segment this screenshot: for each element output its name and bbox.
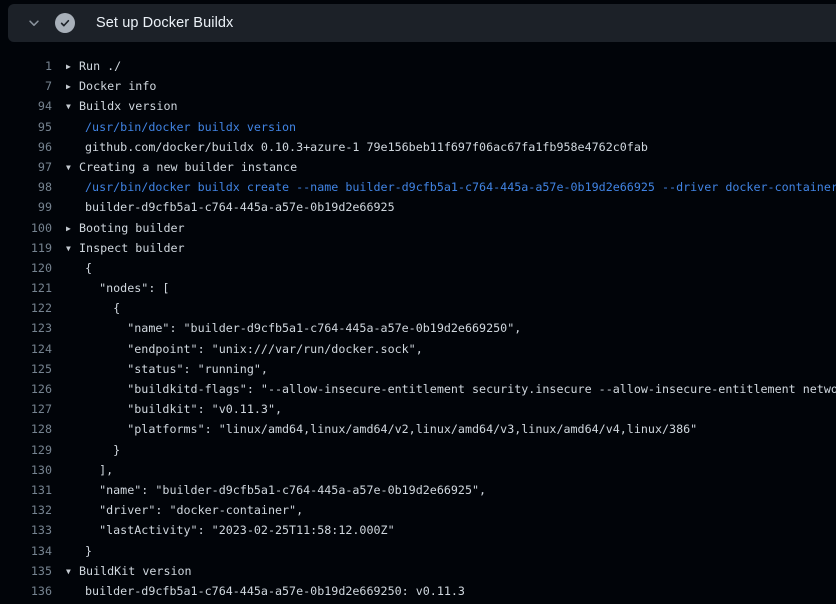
group-title[interactable]: ▼Inspect builder [66, 238, 185, 258]
output-text: "driver": "docker-container", [66, 500, 303, 520]
log-area: 1▶Run ./7▶Docker info94▼Buildx version95… [0, 42, 836, 604]
log-line: 120 { [0, 258, 836, 278]
line-number[interactable]: 130 [0, 460, 52, 480]
triangle-collapsed-icon: ▶ [66, 77, 79, 97]
triangle-expanded-icon: ▼ [66, 158, 79, 178]
line-number[interactable]: 135 [0, 561, 52, 581]
line-number[interactable]: 136 [0, 581, 52, 601]
line-number[interactable]: 96 [0, 137, 52, 157]
log-group-row[interactable]: 94 ▼Buildx version [0, 96, 836, 116]
line-number[interactable]: 133 [0, 520, 52, 540]
output-text: "name": "builder-d9cfb5a1-c764-445a-a57e… [66, 480, 486, 500]
output-text: github.com/docker/buildx 0.10.3+azure-1 … [66, 137, 648, 157]
log-line: 132 "driver": "docker-container", [0, 500, 836, 520]
check-circle-icon [55, 13, 75, 33]
line-number[interactable]: 94 [0, 96, 52, 116]
group-title[interactable]: ▼Buildx version [66, 96, 178, 116]
log-line: 98/usr/bin/docker buildx create --name b… [0, 177, 836, 197]
group-title[interactable]: ▼Creating a new builder instance [66, 157, 297, 177]
log-lines: 1▶Run ./7▶Docker info94▼Buildx version95… [0, 56, 836, 601]
log-line: 123 "name": "builder-d9cfb5a1-c764-445a-… [0, 318, 836, 338]
output-text: builder-d9cfb5a1-c764-445a-a57e-0b19d2e6… [66, 197, 395, 217]
line-number[interactable]: 127 [0, 399, 52, 419]
triangle-collapsed-icon: ▶ [66, 219, 79, 239]
line-number[interactable]: 99 [0, 197, 52, 217]
step-title: Set up Docker Buildx [96, 15, 233, 31]
step-header[interactable]: Set up Docker Buildx [8, 4, 836, 42]
line-number[interactable]: 134 [0, 541, 52, 561]
group-title[interactable]: ▶Run ./ [66, 56, 121, 76]
log-line: 130 ], [0, 460, 836, 480]
line-number[interactable]: 100 [0, 218, 52, 238]
group-title[interactable]: ▶Booting builder [66, 218, 185, 238]
log-line: 131 "name": "builder-d9cfb5a1-c764-445a-… [0, 480, 836, 500]
output-text: builder-d9cfb5a1-c764-445a-a57e-0b19d2e6… [66, 581, 465, 601]
log-line: 128 "platforms": "linux/amd64,linux/amd6… [0, 419, 836, 439]
line-number[interactable]: 120 [0, 258, 52, 278]
output-text: "buildkitd-flags": "--allow-insecure-ent… [66, 379, 836, 399]
log-line: 96 github.com/docker/buildx 0.10.3+azure-… [0, 137, 836, 157]
log-line: 129 } [0, 440, 836, 460]
line-number[interactable]: 122 [0, 298, 52, 318]
triangle-collapsed-icon: ▶ [66, 57, 79, 77]
line-number[interactable]: 7 [0, 76, 52, 96]
output-text: "platforms": "linux/amd64,linux/amd64/v2… [66, 419, 697, 439]
line-number[interactable]: 121 [0, 278, 52, 298]
line-number[interactable]: 1 [0, 56, 52, 76]
log-group-row[interactable]: 7 ▶Docker info [0, 76, 836, 96]
output-text: ], [66, 460, 113, 480]
log-group-row[interactable]: 119 ▼Inspect builder [0, 238, 836, 258]
log-group-row[interactable]: 100 ▶Booting builder [0, 218, 836, 238]
chevron-down-icon[interactable] [22, 11, 46, 35]
log-line: 95/usr/bin/docker buildx version [0, 117, 836, 137]
line-number[interactable]: 98 [0, 177, 52, 197]
log-line: 99 builder-d9cfb5a1-c764-445a-a57e-0b19d2… [0, 197, 836, 217]
line-number[interactable]: 126 [0, 379, 52, 399]
line-number[interactable]: 124 [0, 339, 52, 359]
line-number[interactable]: 119 [0, 238, 52, 258]
command-text: /usr/bin/docker buildx create --name bui… [66, 177, 836, 197]
group-title[interactable]: ▶Docker info [66, 76, 156, 96]
log-line: 134} [0, 541, 836, 561]
output-text: "status": "running", [66, 359, 268, 379]
line-number[interactable]: 95 [0, 117, 52, 137]
log-line: 125 "status": "running", [0, 359, 836, 379]
line-number[interactable]: 132 [0, 500, 52, 520]
log-line: 121 "nodes": [ [0, 278, 836, 298]
output-text: "lastActivity": "2023-02-25T11:58:12.000… [66, 520, 395, 540]
output-text: "name": "builder-d9cfb5a1-c764-445a-a57e… [66, 318, 521, 338]
log-line: 124 "endpoint": "unix:///var/run/docker.… [0, 339, 836, 359]
log-line: 122 { [0, 298, 836, 318]
triangle-expanded-icon: ▼ [66, 239, 79, 259]
triangle-expanded-icon: ▼ [66, 97, 79, 117]
line-number[interactable]: 123 [0, 318, 52, 338]
line-number[interactable]: 131 [0, 480, 52, 500]
log-line: 126 "buildkitd-flags": "--allow-insecure… [0, 379, 836, 399]
group-title[interactable]: ▼BuildKit version [66, 561, 192, 581]
output-text: "endpoint": "unix:///var/run/docker.sock… [66, 339, 423, 359]
output-text: "nodes": [ [66, 278, 169, 298]
output-text: "buildkit": "v0.11.3", [66, 399, 282, 419]
line-number[interactable]: 97 [0, 157, 52, 177]
log-line: 127 "buildkit": "v0.11.3", [0, 399, 836, 419]
output-text: } [66, 541, 92, 561]
triangle-expanded-icon: ▼ [66, 562, 79, 582]
command-text: /usr/bin/docker buildx version [66, 117, 296, 137]
line-number[interactable]: 128 [0, 419, 52, 439]
output-text: { [66, 298, 120, 318]
log-group-row[interactable]: 1 ▶Run ./ [0, 56, 836, 76]
output-text: { [66, 258, 92, 278]
log-group-row[interactable]: 135 ▼BuildKit version [0, 561, 836, 581]
log-group-row[interactable]: 97 ▼Creating a new builder instance [0, 157, 836, 177]
output-text: } [66, 440, 120, 460]
line-number[interactable]: 129 [0, 440, 52, 460]
log-line: 136 builder-d9cfb5a1-c764-445a-a57e-0b19d… [0, 581, 836, 601]
log-line: 133 "lastActivity": "2023-02-25T11:58:12… [0, 520, 836, 540]
line-number[interactable]: 125 [0, 359, 52, 379]
